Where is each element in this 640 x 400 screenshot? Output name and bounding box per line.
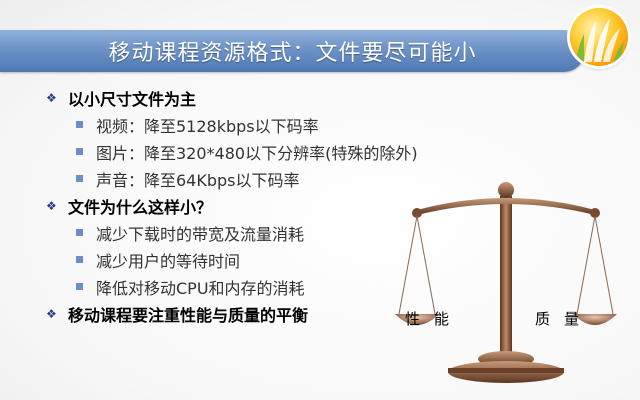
section-heading: ❖ 以小尺寸文件为主 (46, 84, 466, 111)
list-item-text: 降低对移动CPU和内存的消耗 (96, 278, 305, 298)
square-bullet-icon (76, 175, 83, 182)
square-bullet-icon (76, 283, 83, 290)
square-bullet-icon (76, 256, 83, 263)
logo-icon (570, 8, 628, 66)
slide-title: 移动课程资源格式：文件要尽可能小 (108, 41, 477, 66)
square-bullet-icon (76, 121, 83, 128)
square-bullet-icon (76, 148, 83, 155)
list-item: 视频：降至5128kbps以下码率 (46, 111, 466, 138)
list-item: 图片：降至320*480以下分辨率(特殊的除外) (46, 138, 466, 165)
section-heading-text: 以小尺寸文件为主 (68, 89, 197, 109)
diamond-bullet-icon: ❖ (46, 306, 57, 321)
list-item-text: 减少下载时的带宽及流量消耗 (96, 224, 305, 244)
list-item-text: 声音：降至64Kbps以下码率 (96, 170, 300, 190)
list-item-text: 图片：降至320*480以下分辨率(特殊的除外) (96, 143, 418, 163)
diamond-bullet-icon: ❖ (46, 198, 57, 213)
diamond-bullet-icon: ❖ (46, 90, 57, 105)
list-item-text: 减少用户的等待时间 (96, 251, 241, 271)
scale-left-label: 性能 (405, 310, 464, 328)
list-item-text: 视频：降至5128kbps以下码率 (96, 116, 319, 136)
slide: 移动课程资源格式：文件要尽可能小 ❖ 以小尺寸文件为主 视频：降至5128kbp… (0, 0, 640, 400)
section-heading-text: 移动课程要注重性能与质量的平衡 (68, 305, 309, 325)
scale-right-label: 质量 (535, 310, 594, 328)
square-bullet-icon (76, 229, 83, 236)
balance-scale-icon (395, 176, 620, 390)
section-heading-text: 文件为什么这样小？ (68, 197, 213, 217)
